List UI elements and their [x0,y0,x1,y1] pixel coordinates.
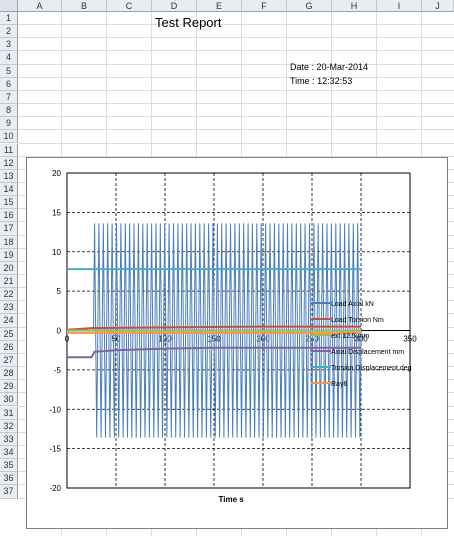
row-header-20[interactable]: 20 [0,261,18,275]
row-gridline [18,89,454,91]
row-header-32[interactable]: 32 [0,419,18,433]
row-header-7[interactable]: 7 [0,90,18,105]
row-header-16[interactable]: 16 [0,209,18,223]
row-header-1[interactable]: 1 [0,12,18,26]
column-header-h[interactable]: H [332,0,377,12]
row-gridline [18,142,454,144]
y-tick-label: 0 [57,327,62,336]
y-tick-label: -10 [49,405,61,414]
row-header-13[interactable]: 13 [0,169,18,183]
row-header-28[interactable]: 28 [0,367,18,381]
row-gridline [18,103,454,105]
legend-label: Torsion Displacement deg [331,365,412,372]
row-header-4[interactable]: 4 [0,51,18,65]
y-tick-label: 10 [52,248,61,257]
column-header-j[interactable]: J [422,0,454,12]
report-date: Date : 20-Mar-2014 [290,62,369,72]
row-header-23[interactable]: 23 [0,301,18,315]
row-gridline [18,129,454,131]
legend-label: Ray6 [331,381,347,388]
y-tick-label: -20 [49,484,61,493]
row-gridline [18,37,454,39]
row-header-9[interactable]: 9 [0,117,18,131]
row-header-5[interactable]: 5 [0,64,18,78]
row-gridline [18,76,454,78]
row-header-19[interactable]: 19 [0,248,18,262]
row-gridline [18,50,454,52]
row-header-17[interactable]: 17 [0,222,18,236]
x-tick-label: 0 [65,335,70,344]
column-header-f[interactable]: F [242,0,287,12]
chart-object[interactable]: 20 15 10 5 0 -5 -10 -15 -20 0 50 100 150 200 250 300 350… [26,157,448,529]
y-tick-label: -5 [54,366,62,375]
select-all-corner[interactable] [0,0,18,12]
report-time: Time : 12:32:53 [290,76,353,86]
legend-label: ext 12.5 mm [331,333,370,340]
column-header-i[interactable]: I [377,0,422,12]
y-tick-label: 5 [57,287,62,296]
row-header-14[interactable]: 14 [0,182,18,197]
y-tick-label: 20 [52,169,61,178]
row-header-29[interactable]: 29 [0,380,18,394]
y-tick-label: -15 [49,445,61,454]
column-header-e[interactable]: E [197,0,242,12]
line-chart: 20151050-5-10-15-200 50 100 150 200 250 300 350… [49,169,417,504]
legend-label: Load Axial kN [331,301,374,308]
column-header-c[interactable]: C [107,0,152,12]
row-gridline [18,116,454,118]
column-header-g[interactable]: G [287,0,332,12]
row-header-27[interactable]: 27 [0,353,18,368]
row-header-31[interactable]: 31 [0,406,18,420]
row-header-33[interactable]: 33 [0,432,18,446]
row-header-11[interactable]: 11 [0,143,18,157]
legend-label: Load Torsion Nm [331,317,384,324]
row-header-22[interactable]: 22 [0,288,18,302]
row-header-34[interactable]: 34 [0,445,18,460]
column-header-b[interactable]: B [62,0,107,12]
column-header-a[interactable]: A [18,0,62,12]
row-header-12[interactable]: 12 [0,156,18,170]
x-axis-label: Time s [219,495,245,504]
row-header-8[interactable]: 8 [0,104,18,118]
row-gridline [18,24,454,26]
row-header-37[interactable]: 37 [0,485,18,499]
report-title: Test Report [155,15,222,30]
row-header-24[interactable]: 24 [0,314,18,328]
row-header-3[interactable]: 3 [0,38,18,52]
row-header-26[interactable]: 26 [0,340,18,354]
row-header-18[interactable]: 18 [0,235,18,249]
row-header-25[interactable]: 25 [0,327,18,341]
row-header-30[interactable]: 30 [0,393,18,407]
column-header-d[interactable]: D [152,0,197,12]
y-tick-label: 15 [52,208,61,217]
x-tick-label: 350 [403,335,417,344]
row-header-21[interactable]: 21 [0,275,18,289]
legend-label: Axial Displacement mm [331,349,404,356]
row-header-15[interactable]: 15 [0,196,18,210]
row-header-10[interactable]: 10 [0,130,18,144]
spreadsheet[interactable]: ABCDEFGHIJ 1 2 3 4 5 6 7 8 9 10 11 12 13 14 15 16 17 18 19… [0,0,454,536]
row-header-36[interactable]: 36 [0,472,18,486]
row-header-2[interactable]: 2 [0,25,18,39]
row-header-6[interactable]: 6 [0,77,18,91]
row-header-35[interactable]: 35 [0,459,18,473]
row-gridline [18,63,454,65]
